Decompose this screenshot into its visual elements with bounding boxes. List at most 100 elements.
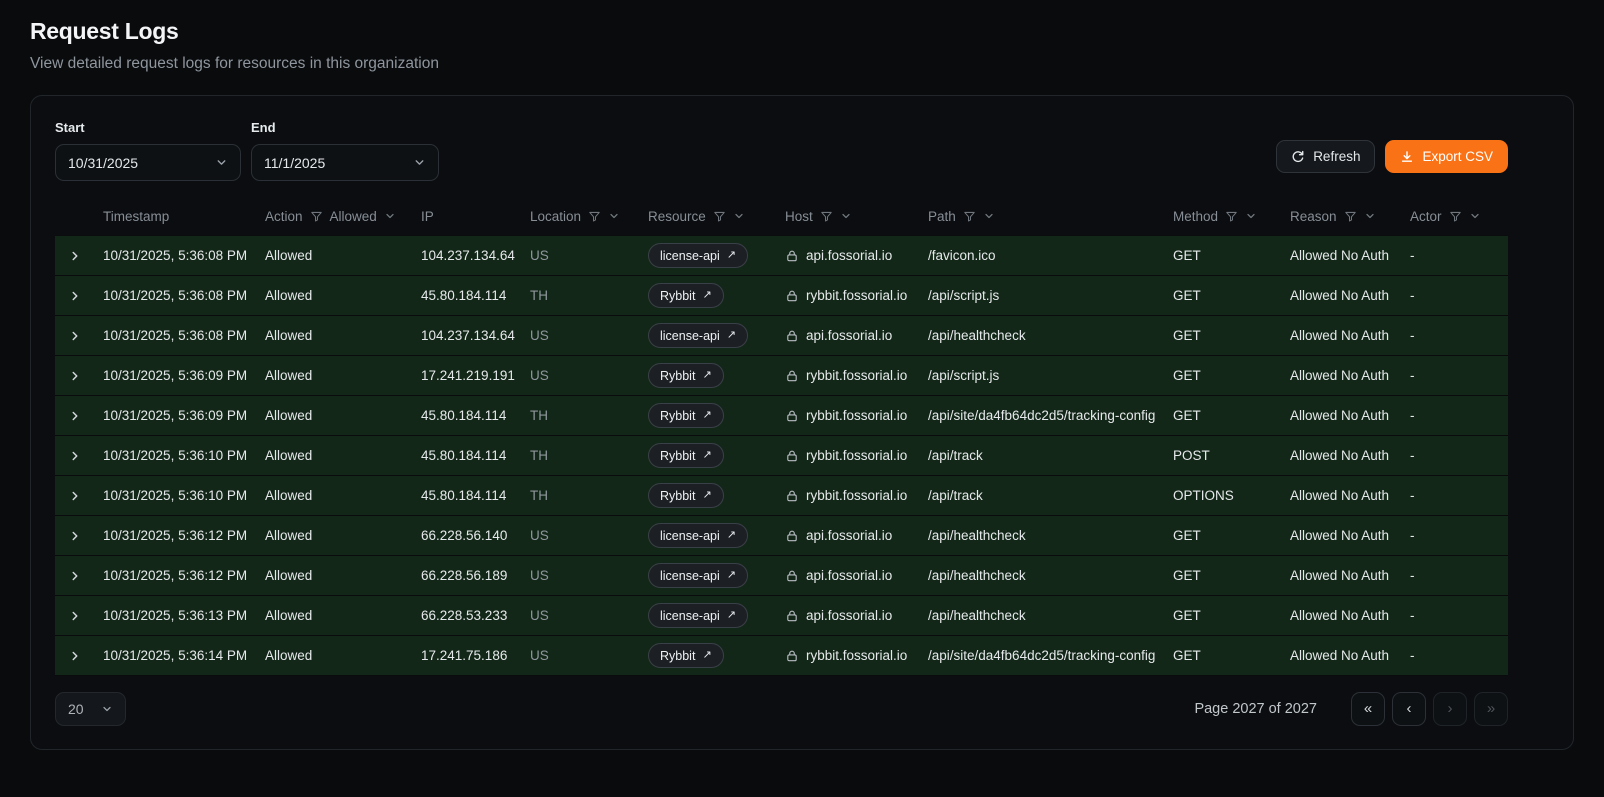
resource-badge[interactable]: Rybbit ↗ [648, 643, 724, 668]
cell-method: GET [1173, 408, 1290, 423]
cell-timestamp: 10/31/2025, 5:36:09 PM [103, 368, 265, 383]
cell-resource: Rybbit ↗ [648, 483, 785, 508]
cell-location: TH [530, 448, 648, 463]
cell-ip: 66.228.56.140 [421, 528, 530, 543]
cell-location: TH [530, 408, 648, 423]
resource-badge[interactable]: Rybbit ↗ [648, 283, 724, 308]
expand-row-button[interactable] [64, 285, 86, 307]
last-page-button[interactable]: » [1474, 692, 1508, 726]
table-row[interactable]: 10/31/2025, 5:36:08 PM Allowed 104.237.1… [55, 236, 1508, 276]
chevron-down-icon[interactable] [1469, 210, 1481, 222]
previous-page-button[interactable]: ‹ [1392, 692, 1426, 726]
cell-reason: Allowed No Auth [1290, 368, 1410, 383]
chevron-down-icon[interactable] [983, 210, 995, 222]
cell-action: Allowed [265, 608, 421, 623]
expand-row-button[interactable] [64, 445, 86, 467]
table-row[interactable]: 10/31/2025, 5:36:10 PM Allowed 45.80.184… [55, 436, 1508, 476]
action-filter-value[interactable]: Allowed [330, 209, 377, 224]
resource-badge[interactable]: Rybbit ↗ [648, 403, 724, 428]
cell-action: Allowed [265, 448, 421, 463]
chevron-down-icon [215, 156, 228, 169]
request-logs-card: Start 10/31/2025 End 11/1/2025 [30, 95, 1574, 750]
col-actor: Actor [1410, 209, 1508, 224]
resource-badge[interactable]: Rybbit ↗ [648, 443, 724, 468]
cell-ip: 45.80.184.114 [421, 488, 530, 503]
expand-row-button[interactable] [64, 365, 86, 387]
expand-row-button[interactable] [64, 645, 86, 667]
resource-badge[interactable]: Rybbit ↗ [648, 363, 724, 388]
lock-icon [785, 609, 799, 623]
cell-method: GET [1173, 528, 1290, 543]
resource-badge[interactable]: Rybbit ↗ [648, 483, 724, 508]
resource-badge[interactable]: license-api ↗ [648, 603, 748, 628]
chevron-down-icon[interactable] [1364, 210, 1376, 222]
chevron-down-icon[interactable] [840, 210, 852, 222]
table-header: Timestamp Action Allowed IP Location [55, 197, 1508, 235]
cell-actor: - [1410, 288, 1508, 303]
expand-row-button[interactable] [64, 565, 86, 587]
table-row[interactable]: 10/31/2025, 5:36:13 PM Allowed 66.228.53… [55, 596, 1508, 636]
cell-host: rybbit.fossorial.io [785, 648, 928, 663]
page-size-select[interactable]: 20 [55, 692, 126, 726]
expand-row-button[interactable] [64, 485, 86, 507]
table-row[interactable]: 10/31/2025, 5:36:09 PM Allowed 45.80.184… [55, 396, 1508, 436]
table-row[interactable]: 10/31/2025, 5:36:14 PM Allowed 17.241.75… [55, 636, 1508, 676]
lock-icon [785, 569, 799, 583]
filter-icon[interactable] [1225, 210, 1238, 223]
resource-badge[interactable]: license-api ↗ [648, 563, 748, 588]
first-page-button[interactable]: « [1351, 692, 1385, 726]
cell-ip: 45.80.184.114 [421, 448, 530, 463]
filter-icon[interactable] [310, 210, 323, 223]
table-row[interactable]: 10/31/2025, 5:36:12 PM Allowed 66.228.56… [55, 556, 1508, 596]
cell-resource: license-api ↗ [648, 323, 785, 348]
filter-icon[interactable] [820, 210, 833, 223]
table-row[interactable]: 10/31/2025, 5:36:09 PM Allowed 17.241.21… [55, 356, 1508, 396]
lock-icon [785, 409, 799, 423]
filter-icon[interactable] [588, 210, 601, 223]
cell-actor: - [1410, 608, 1508, 623]
expand-row-button[interactable] [64, 605, 86, 627]
cell-action: Allowed [265, 648, 421, 663]
expand-row-button[interactable] [64, 405, 86, 427]
col-timestamp: Timestamp [103, 209, 265, 224]
cell-path: /api/site/da4fb64dc2d5/tracking-config [928, 408, 1173, 423]
external-link-icon: ↗ [702, 370, 711, 381]
resource-badge[interactable]: license-api ↗ [648, 323, 748, 348]
cell-resource: license-api ↗ [648, 563, 785, 588]
expand-row-button[interactable] [64, 525, 86, 547]
chevron-down-icon[interactable] [384, 210, 396, 222]
cell-actor: - [1410, 648, 1508, 663]
cell-action: Allowed [265, 488, 421, 503]
chevron-down-icon[interactable] [733, 210, 745, 222]
refresh-button[interactable]: Refresh [1276, 140, 1375, 173]
filter-icon[interactable] [713, 210, 726, 223]
table-row[interactable]: 10/31/2025, 5:36:12 PM Allowed 66.228.56… [55, 516, 1508, 556]
table-row[interactable]: 10/31/2025, 5:36:08 PM Allowed 45.80.184… [55, 276, 1508, 316]
cell-timestamp: 10/31/2025, 5:36:08 PM [103, 288, 265, 303]
resource-badge[interactable]: license-api ↗ [648, 523, 748, 548]
cell-path: /api/healthcheck [928, 328, 1173, 343]
filter-icon[interactable] [1449, 210, 1462, 223]
col-method: Method [1173, 209, 1290, 224]
cell-path: /favicon.ico [928, 248, 1173, 263]
start-date-select[interactable]: 10/31/2025 [55, 144, 241, 181]
table-row[interactable]: 10/31/2025, 5:36:10 PM Allowed 45.80.184… [55, 476, 1508, 516]
expand-row-button[interactable] [64, 245, 86, 267]
filter-icon[interactable] [1344, 210, 1357, 223]
resource-badge[interactable]: license-api ↗ [648, 243, 748, 268]
refresh-button-label: Refresh [1313, 149, 1360, 164]
next-page-button[interactable]: › [1433, 692, 1467, 726]
cell-resource: Rybbit ↗ [648, 643, 785, 668]
end-date-select[interactable]: 11/1/2025 [251, 144, 439, 181]
external-link-icon: ↗ [702, 290, 711, 301]
chevron-down-icon [413, 156, 426, 169]
cell-path: /api/script.js [928, 288, 1173, 303]
filter-icon[interactable] [963, 210, 976, 223]
cell-path: /api/healthcheck [928, 568, 1173, 583]
chevron-down-icon [101, 703, 113, 715]
export-csv-button[interactable]: Export CSV [1385, 140, 1508, 173]
expand-row-button[interactable] [64, 325, 86, 347]
table-row[interactable]: 10/31/2025, 5:36:08 PM Allowed 104.237.1… [55, 316, 1508, 356]
chevron-down-icon[interactable] [608, 210, 620, 222]
chevron-down-icon[interactable] [1245, 210, 1257, 222]
